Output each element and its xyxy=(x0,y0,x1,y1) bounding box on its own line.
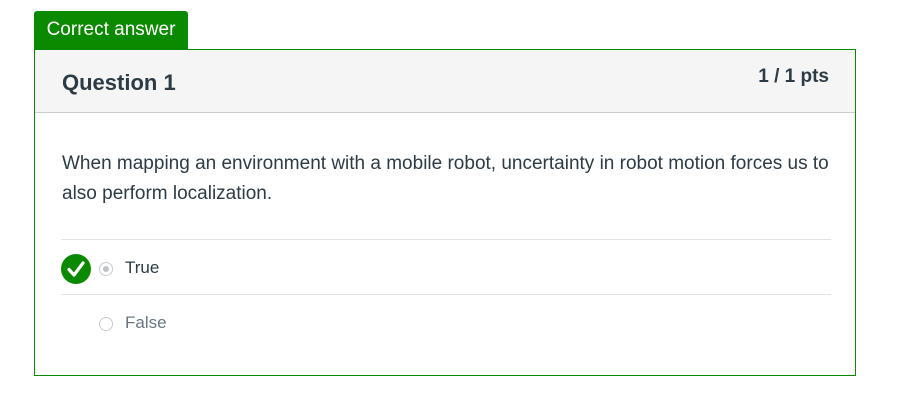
radio-false[interactable] xyxy=(99,317,113,331)
question-text: When mapping an environment with a mobil… xyxy=(62,153,829,204)
question-card: Question 1 1 / 1 pts When mapping an env… xyxy=(34,49,856,376)
radio-true[interactable] xyxy=(99,262,113,276)
question-points: 1 / 1 pts xyxy=(758,66,829,87)
question-title: Question 1 xyxy=(62,70,176,95)
correct-answer-label: Correct answer xyxy=(46,19,176,40)
answer-label-true: True xyxy=(125,258,160,277)
question-header: Question 1 1 / 1 pts xyxy=(35,50,855,113)
answer-label-false: False xyxy=(125,313,167,332)
answer-list: True False xyxy=(61,239,831,349)
answer-option-false[interactable]: False xyxy=(61,294,831,349)
checkmark-icon xyxy=(61,254,91,284)
correct-answer-banner: Correct answer xyxy=(34,11,188,49)
answer-option-true[interactable]: True xyxy=(61,239,831,294)
